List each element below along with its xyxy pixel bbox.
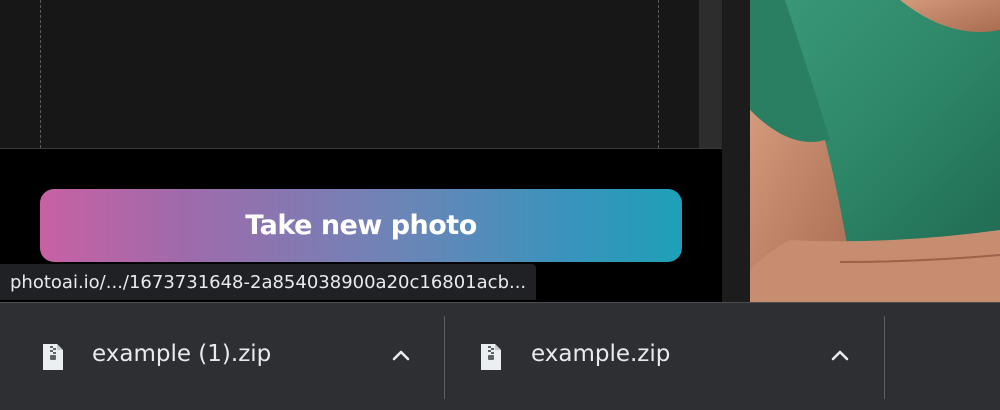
drop-zone-left-border [40,0,41,148]
app-area: Take new photo [0,0,722,302]
download-item-1[interactable]: example (1).zip [0,303,444,410]
download-separator [884,316,885,399]
take-new-photo-button[interactable]: Take new photo [40,189,682,262]
upload-drop-zone[interactable] [0,0,722,149]
download-item-2[interactable]: example.zip [445,303,884,410]
zip-file-icon [481,344,501,370]
chevron-up-icon[interactable] [829,347,851,363]
zip-file-icon [43,344,63,370]
panel-divider [722,0,750,302]
portrait-photo [750,0,1000,302]
download-filename: example.zip [531,341,671,367]
download-filename: example (1).zip [92,341,272,367]
link-status-bubble: photoai.io/.../1673731648-2a854038900a20… [0,264,537,300]
chevron-up-icon[interactable] [390,347,412,363]
drop-zone-right-border [658,0,659,148]
download-shelf: example (1).zip example.zip [0,302,1000,410]
scrollbar-track[interactable] [699,0,722,148]
